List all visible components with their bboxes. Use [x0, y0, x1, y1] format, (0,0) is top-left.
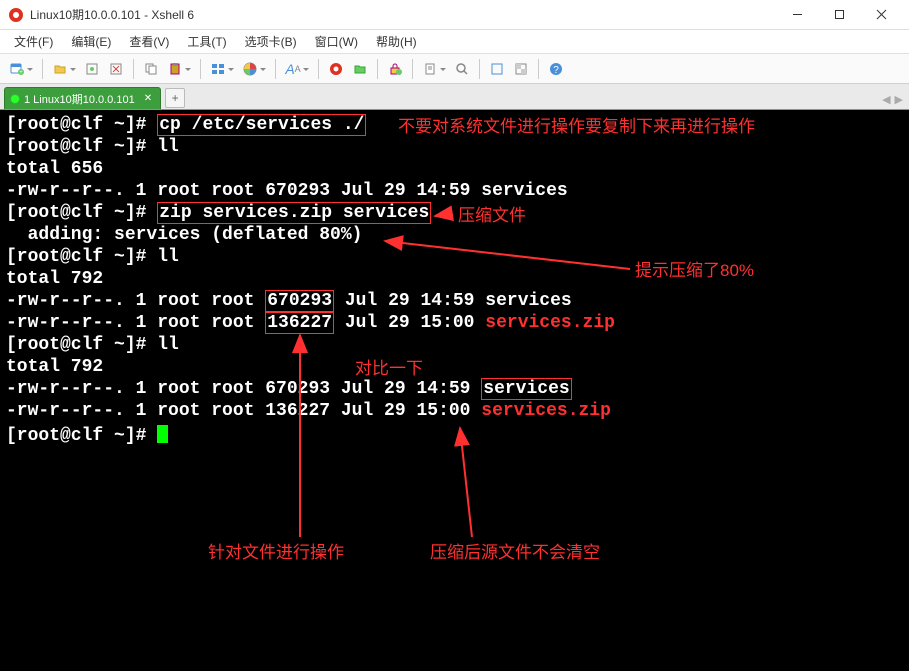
new-session-button[interactable]: +: [6, 58, 28, 80]
transparent-button[interactable]: [510, 58, 532, 80]
separator: [42, 59, 43, 79]
menu-file[interactable]: 文件(F): [6, 31, 61, 52]
separator: [377, 59, 378, 79]
tab-bar: 1 Linux10期10.0.0.101 ✕ + ◀ ▶: [0, 84, 909, 110]
disconnect-button[interactable]: [105, 58, 127, 80]
menu-edit[interactable]: 编辑(E): [63, 31, 119, 52]
cmd-box: zip services.zip services: [157, 202, 431, 224]
tab-nav: ◀ ▶: [882, 93, 903, 106]
fullscreen-button[interactable]: [486, 58, 508, 80]
toolbar: + AA ?: [0, 54, 909, 84]
separator: [133, 59, 134, 79]
menu-tools[interactable]: 工具(T): [179, 31, 234, 52]
size-box: 136227: [265, 312, 334, 334]
tab-close-icon[interactable]: ✕: [144, 93, 152, 104]
font-button[interactable]: AA: [282, 58, 304, 80]
connection-indicator-icon: [11, 95, 19, 103]
annotation: 压缩后源文件不会清空: [430, 542, 600, 564]
cursor: [157, 425, 168, 443]
menu-help[interactable]: 帮助(H): [368, 31, 425, 52]
annotation: 提示压缩了80%: [635, 260, 754, 282]
title-bar: Linux10期10.0.0.101 - Xshell 6: [0, 0, 909, 30]
tab-prev-icon[interactable]: ◀: [882, 93, 890, 106]
separator: [479, 59, 480, 79]
xshell-button[interactable]: [325, 58, 347, 80]
menu-tabs[interactable]: 选项卡(B): [237, 31, 305, 52]
svg-text:+: +: [19, 70, 23, 76]
annotation: 针对文件进行操作: [208, 542, 344, 564]
separator: [318, 59, 319, 79]
help-button[interactable]: ?: [545, 58, 567, 80]
xftp-button[interactable]: [349, 58, 371, 80]
log-button[interactable]: [419, 58, 441, 80]
add-tab-button[interactable]: +: [165, 88, 185, 108]
annotation: 对比一下: [355, 358, 423, 380]
maximize-button[interactable]: [819, 1, 859, 29]
find-button[interactable]: [451, 58, 473, 80]
separator: [412, 59, 413, 79]
annotation: 不要对系统文件进行操作要复制下来再进行操作: [398, 116, 755, 138]
menu-window[interactable]: 窗口(W): [307, 31, 366, 52]
annotation: 压缩文件: [458, 205, 526, 227]
separator: [200, 59, 201, 79]
menu-bar: 文件(F) 编辑(E) 查看(V) 工具(T) 选项卡(B) 窗口(W) 帮助(…: [0, 30, 909, 54]
svg-text:?: ?: [553, 65, 559, 76]
size-box: 670293: [265, 290, 334, 312]
session-tab[interactable]: 1 Linux10期10.0.0.101 ✕: [4, 87, 161, 109]
close-button[interactable]: [861, 1, 901, 29]
terminal[interactable]: [root@clf ~]# cp /etc/services ./ [root@…: [0, 110, 909, 671]
cmd-box: cp /etc/services ./: [157, 114, 366, 136]
copy-button[interactable]: [140, 58, 162, 80]
app-icon: [8, 7, 24, 23]
reconnect-button[interactable]: [81, 58, 103, 80]
tab-label: 1 Linux10期10.0.0.101: [24, 91, 135, 107]
open-button[interactable]: [49, 58, 71, 80]
menu-view[interactable]: 查看(V): [121, 31, 177, 52]
paste-button[interactable]: [164, 58, 186, 80]
sessions-button[interactable]: [207, 58, 229, 80]
separator: [275, 59, 276, 79]
separator: [538, 59, 539, 79]
tab-next-icon[interactable]: ▶: [895, 93, 903, 106]
color-button[interactable]: [239, 58, 261, 80]
file-box: services: [481, 378, 571, 400]
minimize-button[interactable]: [777, 1, 817, 29]
window-title: Linux10期10.0.0.101 - Xshell 6: [30, 6, 777, 23]
lock-button[interactable]: [384, 58, 406, 80]
